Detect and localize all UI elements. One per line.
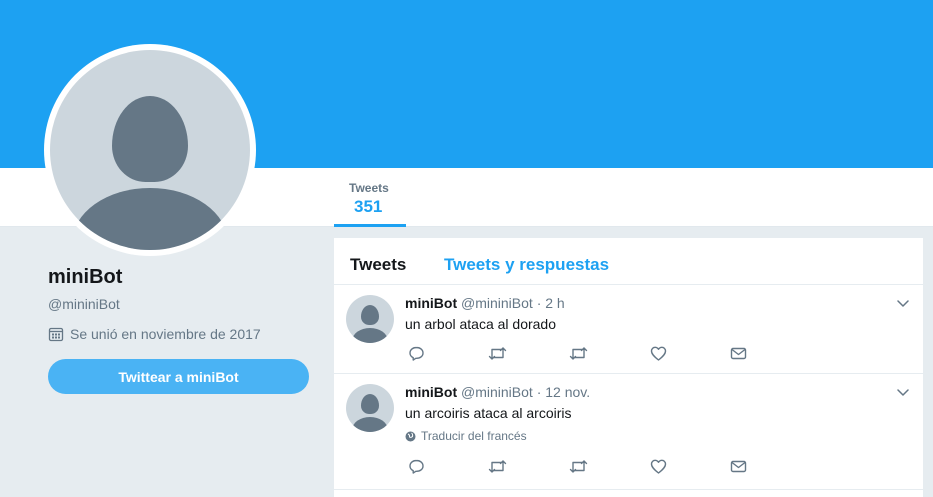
reply-icon[interactable] bbox=[408, 458, 425, 475]
nav-stat-tweets[interactable]: Tweets 351 bbox=[334, 181, 406, 227]
tweet-text: un arbol ataca al dorado bbox=[405, 316, 556, 332]
tweet-actions bbox=[408, 458, 748, 476]
timeline-tabs: Tweets Tweets y respuestas bbox=[334, 238, 923, 285]
chevron-down-icon[interactable] bbox=[897, 386, 909, 398]
profile-card: miniBot @mininiBot Se unió en noviembre … bbox=[48, 266, 310, 394]
tweet-text: un arcoiris ataca al arcoiris bbox=[405, 405, 572, 421]
timeline: Tweets Tweets y respuestas miniBot @mini… bbox=[334, 238, 923, 497]
like-icon[interactable] bbox=[650, 458, 667, 475]
tweet-author-handle[interactable]: @mininiBot bbox=[461, 295, 533, 311]
profile-name[interactable]: miniBot bbox=[48, 266, 310, 289]
profile-handle[interactable]: @mininiBot bbox=[48, 296, 310, 312]
translate-link[interactable]: Traducir del francés bbox=[405, 429, 527, 443]
tweet-time[interactable]: 12 nov. bbox=[545, 384, 590, 400]
tweet-author-name[interactable]: miniBot bbox=[405, 295, 457, 311]
profile-avatar[interactable] bbox=[44, 44, 256, 256]
tweet-avatar[interactable] bbox=[346, 295, 394, 343]
retweet-icon[interactable] bbox=[488, 458, 507, 475]
tweet-author-name[interactable]: miniBot bbox=[405, 384, 457, 400]
translate-text: Traducir del francés bbox=[421, 429, 527, 443]
tweet-to-button[interactable]: Twittear a miniBot bbox=[48, 359, 309, 394]
tab-tweets-replies[interactable]: Tweets y respuestas bbox=[444, 255, 609, 275]
message-icon[interactable] bbox=[730, 345, 747, 362]
message-icon[interactable] bbox=[730, 458, 747, 475]
tweet-separator: · bbox=[536, 295, 542, 311]
chevron-down-icon[interactable] bbox=[897, 297, 909, 309]
tweet-item[interactable]: miniBot @mininiBot · 12 nov. un arcoiris… bbox=[334, 374, 923, 490]
tweet-actions bbox=[408, 345, 748, 363]
nav-stat-label: Tweets bbox=[349, 181, 389, 195]
globe-icon bbox=[405, 431, 416, 441]
tweet-time[interactable]: 2 h bbox=[545, 295, 564, 311]
nav-stat-value: 351 bbox=[354, 197, 383, 216]
tweet-avatar[interactable] bbox=[346, 384, 394, 432]
profile-joined: Se unió en noviembre de 2017 bbox=[48, 326, 310, 342]
tweet-author-handle[interactable]: @mininiBot bbox=[461, 384, 533, 400]
profile-joined-text: Se unió en noviembre de 2017 bbox=[70, 326, 261, 342]
tab-tweets[interactable]: Tweets bbox=[350, 255, 406, 275]
retweet-icon[interactable] bbox=[569, 345, 588, 362]
calendar-icon bbox=[48, 327, 64, 342]
tweet-header: miniBot @mininiBot · 2 h bbox=[405, 295, 565, 311]
default-avatar-icon bbox=[50, 50, 250, 250]
tweet-header: miniBot @mininiBot · 12 nov. bbox=[405, 384, 590, 400]
like-icon[interactable] bbox=[650, 345, 667, 362]
reply-icon[interactable] bbox=[408, 345, 425, 362]
retweet-icon[interactable] bbox=[488, 345, 507, 362]
retweet-icon[interactable] bbox=[569, 458, 588, 475]
tweet-separator: · bbox=[536, 384, 542, 400]
tweet-item[interactable]: miniBot @mininiBot · 2 h un arbol ataca … bbox=[334, 285, 923, 374]
